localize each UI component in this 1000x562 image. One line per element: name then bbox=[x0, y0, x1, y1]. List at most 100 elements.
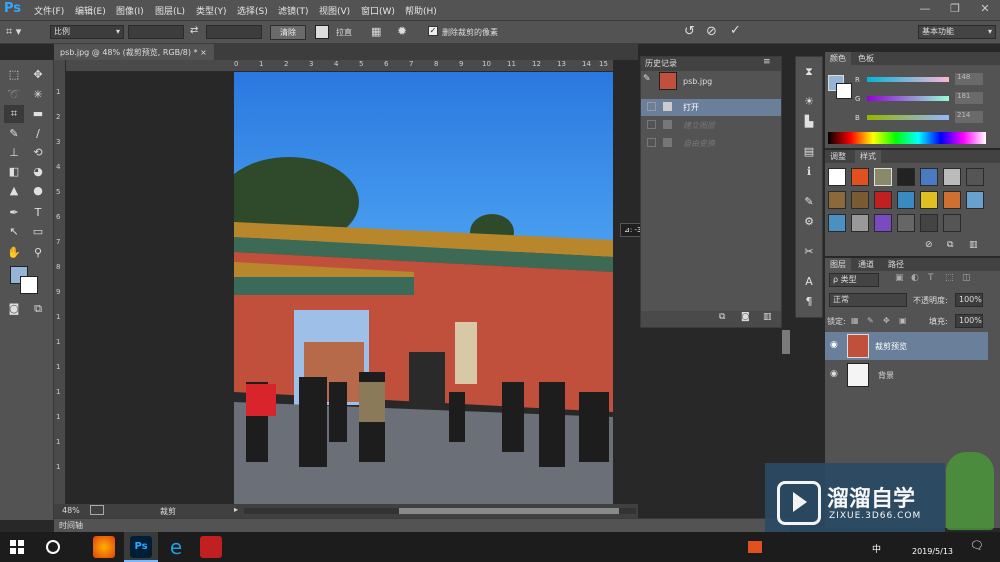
menu-file[interactable]: 文件(F) bbox=[34, 4, 64, 17]
minimize-button[interactable]: — bbox=[910, 0, 940, 20]
style-swatch[interactable] bbox=[851, 191, 869, 209]
ie-icon[interactable]: e bbox=[165, 536, 187, 558]
style-swatch[interactable] bbox=[943, 191, 961, 209]
r-slider[interactable] bbox=[867, 77, 949, 82]
histogram-icon[interactable]: ▙ bbox=[799, 113, 819, 131]
fill-input[interactable]: 100% bbox=[955, 314, 983, 328]
g-value[interactable]: 181 bbox=[955, 92, 983, 104]
info-panel-icon[interactable]: ▤ bbox=[799, 143, 819, 161]
menu-window[interactable]: 窗口(W) bbox=[361, 4, 395, 17]
tab-styles[interactable]: 样式 bbox=[855, 150, 881, 163]
tab-color[interactable]: 颜色 bbox=[825, 52, 851, 65]
camera-icon[interactable]: ◙ bbox=[741, 312, 750, 322]
lock-pixels-icon[interactable]: ▦ bbox=[851, 316, 859, 325]
tray-app-icon[interactable] bbox=[748, 541, 762, 553]
firefox-icon[interactable] bbox=[93, 536, 115, 558]
style-swatch[interactable] bbox=[874, 168, 892, 186]
background-color-swatch[interactable] bbox=[20, 276, 38, 294]
straighten-label[interactable]: 拉直 bbox=[336, 27, 352, 38]
menu-edit[interactable]: 编辑(E) bbox=[75, 4, 106, 17]
style-swatch[interactable] bbox=[851, 168, 869, 186]
tab-swatches[interactable]: 色板 bbox=[853, 52, 879, 65]
hand-tool-icon[interactable]: ✋ bbox=[4, 244, 24, 262]
paragraph-icon[interactable]: ¶ bbox=[799, 293, 819, 311]
trash-icon[interactable]: ▥ bbox=[969, 240, 978, 250]
style-swatch[interactable] bbox=[920, 191, 938, 209]
menu-layer[interactable]: 图层(L) bbox=[155, 4, 185, 17]
tab-paths[interactable]: 路径 bbox=[883, 258, 909, 271]
style-swatch[interactable] bbox=[897, 168, 915, 186]
overlay-grid-icon[interactable]: ▦ bbox=[371, 25, 381, 38]
timeline-tab[interactable]: 时间轴 bbox=[59, 520, 83, 531]
filter-shape-icon[interactable]: ⬚ bbox=[945, 273, 954, 283]
document-image[interactable] bbox=[234, 72, 613, 504]
history-tab[interactable]: 历史记录 bbox=[645, 58, 677, 69]
marquee-tool-icon[interactable]: ⬚ bbox=[4, 66, 24, 84]
history-scrollbar[interactable] bbox=[782, 330, 790, 354]
ratio-select[interactable]: 比例 ▾ bbox=[50, 25, 124, 39]
restore-button[interactable]: ❐ bbox=[940, 0, 970, 20]
layer-row-background[interactable]: ◉ 背景 bbox=[825, 361, 988, 389]
eraser-icon[interactable]: ◧ bbox=[4, 163, 24, 181]
panel-menu-icon[interactable]: ≡ bbox=[763, 57, 771, 67]
opacity-input[interactable]: 100% bbox=[955, 293, 983, 307]
clear-button[interactable]: 清除 bbox=[270, 25, 306, 40]
history-item-free-transform[interactable]: 自由变换 bbox=[641, 135, 781, 152]
tab-layers[interactable]: 图层 bbox=[825, 258, 851, 271]
style-swatch[interactable] bbox=[966, 168, 984, 186]
tab-adjustments[interactable]: 调整 bbox=[825, 150, 851, 163]
taskbar-date[interactable]: 2019/5/13 bbox=[912, 547, 953, 556]
style-swatch[interactable] bbox=[828, 214, 846, 232]
menu-filter[interactable]: 滤镜(T) bbox=[278, 4, 309, 17]
workspace-select[interactable]: 基本功能 ▾ bbox=[918, 25, 996, 39]
style-swatch[interactable] bbox=[920, 214, 938, 232]
lasso-tool-icon[interactable]: ➰ bbox=[4, 86, 24, 104]
delete-cropped-checkbox[interactable]: ✓ bbox=[428, 26, 438, 36]
trash-icon[interactable]: ▥ bbox=[763, 312, 772, 322]
lock-all-icon[interactable]: ▣ bbox=[899, 316, 907, 325]
brush-preset-icon[interactable]: ✎ bbox=[799, 193, 819, 211]
status-arrow-icon[interactable]: ▸ bbox=[234, 505, 238, 514]
eye-icon[interactable]: ◉ bbox=[830, 340, 838, 350]
paint-bucket-icon[interactable]: ◕ bbox=[28, 163, 48, 181]
clear-style-icon[interactable]: ⊘ bbox=[925, 240, 933, 250]
eyedropper-icon[interactable]: ▬ bbox=[28, 105, 48, 123]
layer-row-crop-preview[interactable]: ◉ 裁剪预览 bbox=[825, 332, 988, 360]
b-slider[interactable] bbox=[867, 115, 949, 120]
document-tab[interactable]: psb.jpg @ 48% (裁剪预览, RGB/8) * × bbox=[54, 44, 214, 60]
style-swatch[interactable] bbox=[851, 214, 869, 232]
style-swatch[interactable] bbox=[920, 168, 938, 186]
close-button[interactable]: ✕ bbox=[970, 0, 1000, 20]
style-swatch[interactable] bbox=[966, 191, 984, 209]
reset-icon[interactable]: ↺ bbox=[684, 24, 695, 39]
windows-start-icon[interactable] bbox=[10, 540, 24, 554]
cancel-icon[interactable]: ⊘ bbox=[706, 24, 717, 39]
color-spectrum[interactable] bbox=[828, 132, 986, 144]
menu-help[interactable]: 帮助(H) bbox=[405, 4, 437, 17]
path-select-icon[interactable]: ↖ bbox=[4, 223, 24, 241]
character-icon[interactable]: A bbox=[799, 273, 819, 291]
style-swatch[interactable] bbox=[943, 214, 961, 232]
pen-tool-icon[interactable]: ✒ bbox=[4, 204, 24, 222]
commit-icon[interactable]: ✓ bbox=[730, 23, 741, 38]
height-input[interactable] bbox=[206, 25, 262, 39]
cortana-icon[interactable] bbox=[46, 540, 60, 554]
snapshot-label[interactable]: psb.jpg bbox=[683, 77, 712, 86]
swap-icon[interactable]: ⇄ bbox=[190, 25, 198, 36]
layer-kind-filter[interactable]: ρ 类型 bbox=[829, 273, 879, 287]
style-swatch[interactable] bbox=[874, 214, 892, 232]
quick-mask-icon[interactable]: ◙ bbox=[4, 300, 24, 318]
adjust-icon[interactable]: ☀ bbox=[799, 93, 819, 111]
lock-move-icon[interactable]: ✥ bbox=[883, 316, 890, 325]
r-value[interactable]: 148 bbox=[955, 73, 983, 85]
filter-type-icon[interactable]: T bbox=[928, 273, 934, 283]
b-value[interactable]: 214 bbox=[955, 111, 983, 123]
zoom-tool-icon[interactable]: ⚲ bbox=[28, 244, 48, 262]
info-icon[interactable]: ℹ bbox=[799, 163, 819, 181]
blur-tool-icon[interactable]: ▲ bbox=[4, 182, 24, 200]
style-swatch[interactable] bbox=[943, 168, 961, 186]
history-checkbox[interactable] bbox=[647, 102, 656, 111]
magic-wand-icon[interactable]: ✳ bbox=[28, 86, 48, 104]
zoom-level[interactable]: 48% bbox=[62, 506, 80, 515]
menu-type[interactable]: 类型(Y) bbox=[196, 4, 227, 17]
